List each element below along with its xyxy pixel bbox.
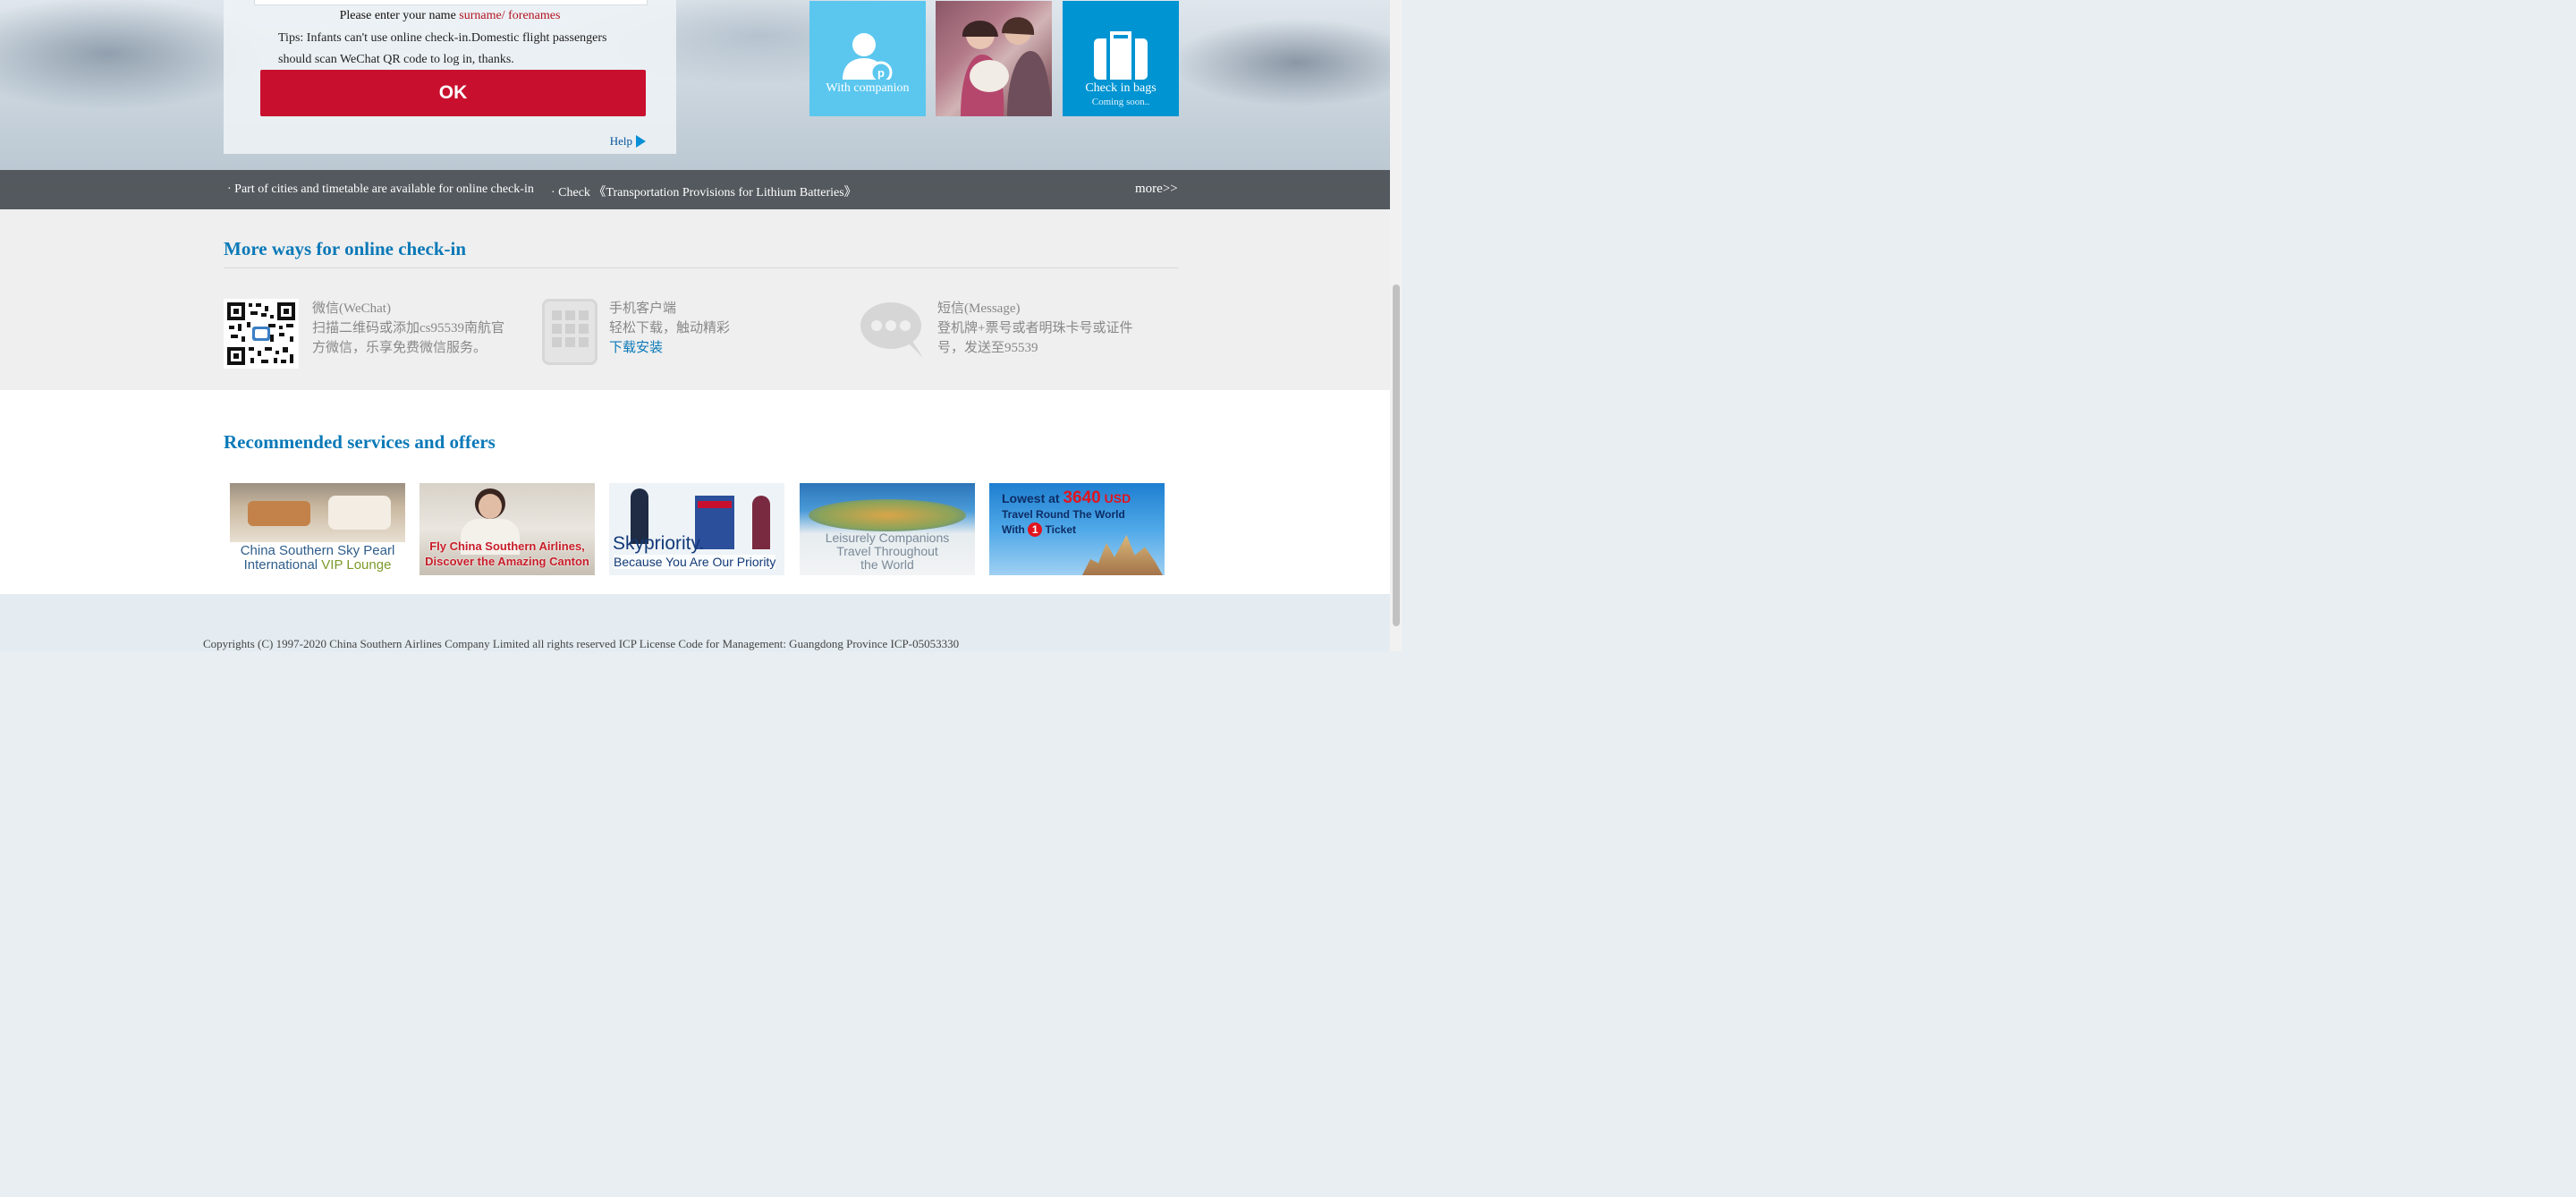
play-arrow-icon [636,135,646,148]
recommended-section: Recommended services and offers China So… [0,390,1402,594]
recommended-title: Recommended services and offers [224,431,496,453]
offer-rtw-line-2: Travel Round The World [1002,508,1125,521]
news-item-lithium-batteries[interactable]: · Check 《Transportation Provisions for L… [551,183,857,200]
name-input[interactable] [254,0,648,5]
section-divider [224,267,1179,268]
offer-leisurely-line-3: the World [860,557,914,572]
checkin-form-panel: Please enter your name surname/ forename… [224,0,676,154]
svg-text:p: p [877,66,885,80]
offer-skypriority[interactable]: Skypriority. Because You Are Our Priorit… [609,483,784,575]
wechat-info: 微信(WeChat) 扫描二维码或添加cs95539南航官 方微信，乐享免费微信… [312,299,518,358]
offer-vip-line-2a: International [243,557,322,573]
offer-vip-line-1: China Southern Sky Pearl [240,543,395,558]
tips-line-2: should scan WeChat QR code to log in, th… [278,53,514,66]
offer-vip-lounge-text: China Southern Sky Pearl International V… [230,544,405,573]
offer-leisurely-text: Leisurely Companions Travel Throughout t… [800,531,975,572]
help-link[interactable]: Help [610,134,646,149]
download-install-link[interactable]: 下载安装 [609,338,815,358]
offer-leisurely-line-1: Leisurely Companions [825,531,950,545]
news-item-cities[interactable]: · Part of cities and timetable are avail… [227,183,534,197]
offer-skypriority-line-1: Skypriority. [613,533,705,554]
offer-discover-canton[interactable]: Fly China Southern Airlines, Discover th… [419,483,595,575]
ok-button[interactable]: OK [260,70,646,116]
sms-line-2: 号，发送至95539 [937,341,1038,355]
user-companion-icon: p [809,31,926,80]
suitcase-icon [1063,31,1179,81]
offer-skypriority-line-2: Because You Are Our Priority [614,555,776,569]
help-label: Help [609,134,632,148]
wechat-line-2: 方微信，乐享免费微信服务。 [312,341,487,355]
checkin-tips: Tips: Infants can't use online check-in.… [278,28,636,71]
offer-rtw-currency: USD [1100,491,1131,505]
sms-title: 短信(Message) [937,301,1021,316]
more-news-link[interactable]: more>> [1135,182,1178,197]
offer-rtw-line-1a: Lowest at [1002,491,1063,505]
offer-vip-line-2: International VIP Lounge [230,558,405,573]
more-ways-title: More ways for online check-in [224,238,467,259]
hero-banner: Please enter your name surname/ forename… [0,0,1402,209]
wechat-line-1: 扫描二维码或添加cs95539南航官 [312,321,504,335]
check-in-bags-tile[interactable]: Check in bags Coming soon.. [1063,1,1179,116]
offer-rtw-line-3: With 1 Ticket [1002,522,1076,537]
with-companion-tile[interactable]: p With companion [809,1,926,116]
offer-rtw-line-3c: Ticket [1042,523,1077,536]
offer-round-the-world[interactable]: Lowest at 3640 USD Travel Round The Worl… [989,483,1165,575]
name-hint-prefix: Please enter your name [339,9,456,22]
mobile-app-icon [542,299,597,365]
chat-bubble-icon [859,299,928,361]
app-line-1: 轻松下载，触动精彩 [609,321,731,335]
sms-info: 短信(Message) 登机牌+票号或者明珠卡号或证件 号，发送至95539 [937,299,1152,358]
app-title: 手机客户端 [609,301,677,316]
wechat-qr-code [224,299,299,369]
wechat-title: 微信(WeChat) [312,301,391,316]
offer-vip-line-2b: VIP Lounge [321,557,392,573]
offer-rtw-line-3a: With [1002,523,1029,536]
offer-rtw-ticket-count: 1 [1028,522,1043,537]
tips-line-1: Tips: Infants can't use online check-in.… [278,31,607,45]
check-in-bags-label: Check in bags [1085,81,1157,95]
offer-canton-line-2: Discover the Amazing Canton [425,555,589,568]
offer-canton-text: Fly China Southern Airlines, Discover th… [419,539,595,569]
app-info: 手机客户端 轻松下载，触动精彩 下载安装 [609,299,815,358]
offer-vip-lounge[interactable]: China Southern Sky Pearl International V… [230,483,405,575]
name-hint: Please enter your name surname/ forename… [224,9,676,23]
family-photo-tile[interactable] [936,1,1052,116]
offer-canton-line-1: Fly China Southern Airlines, [429,539,585,553]
offer-leisurely-companions[interactable]: Leisurely Companions Travel Throughout t… [800,483,975,575]
offer-rtw-line-1: Lowest at 3640 USD [1002,488,1131,508]
offer-leisurely-line-2: Travel Throughout [836,544,938,558]
sms-line-1: 登机牌+票号或者明珠卡号或证件 [937,321,1133,335]
footer: Copyrights (C) 1997-2020 China Southern … [0,594,1402,651]
news-bar: · Part of cities and timetable are avail… [0,170,1402,209]
copyright-text: Copyrights (C) 1997-2020 China Southern … [203,637,960,650]
coming-soon-label: Coming soon.. [1091,97,1150,107]
scrollbar-thumb[interactable] [1393,284,1400,626]
more-ways-section: More ways for online check-in 微信(WeChat)… [0,209,1402,390]
with-companion-label: With companion [826,81,910,95]
offer-rtw-price: 3640 [1063,488,1101,507]
name-hint-format: surname/ forenames [459,9,561,22]
vertical-scrollbar[interactable] [1390,0,1402,651]
